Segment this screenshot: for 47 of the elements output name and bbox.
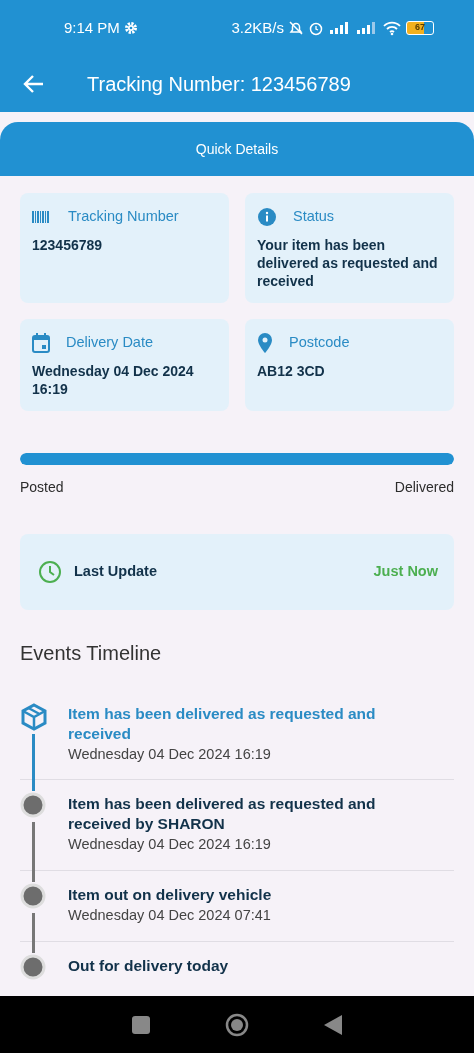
info-icon (257, 206, 277, 227)
detail-value: Your item has been delivered as requested and received (257, 235, 439, 290)
timeline-dot-icon (20, 792, 46, 819)
event-date: Wednesday 04 Dec 2024 16:19 (68, 835, 272, 855)
detail-label: Status (293, 207, 335, 226)
alarm-icon (308, 20, 324, 36)
event-title: Item out on delivery vehicle (68, 885, 273, 905)
calendar-icon (32, 332, 50, 353)
last-update-value: Just Now (373, 561, 438, 581)
status-time: 9:14 PM (64, 17, 120, 38)
package-icon (20, 702, 48, 731)
square-icon (132, 1015, 150, 1034)
last-update-label: Last Update (74, 561, 157, 581)
event-title: Item has been delivered as requested and received by SHARON (68, 794, 377, 835)
detail-label: Delivery Date (66, 332, 154, 352)
event-title: Item has been delivered as requested and received (68, 703, 377, 744)
timeline-connector (32, 822, 35, 882)
page-title: Tracking Number: 123456789 (87, 72, 351, 97)
circle-icon (225, 1012, 249, 1037)
bell-muted-icon (288, 20, 304, 36)
network-speed: 3.2KB/s (231, 17, 284, 38)
progress-label: Delivered (394, 477, 454, 497)
detail-value: AB12 3CD (257, 361, 326, 380)
event-date: Wednesday 04 Dec 2024 07:41 (68, 906, 272, 925)
timeline-dot-icon (20, 953, 46, 980)
timeline-dot-icon (20, 883, 46, 909)
wifi-icon (382, 20, 402, 36)
triangle-icon (324, 1014, 342, 1035)
event-title: Out for delivery today (68, 955, 230, 976)
progress-label: Posted (20, 477, 64, 497)
location-pin-icon (257, 332, 273, 353)
detail-label: Tracking Number (68, 207, 179, 226)
section-header: Quick Details (0, 122, 474, 176)
barcode-icon (32, 209, 52, 224)
detail-label: Postcode (289, 332, 350, 352)
timeline-connector (32, 733, 35, 792)
detail-value: Wednesday 04 Dec 2024 16:19 (32, 361, 195, 398)
timeline-connector (32, 913, 35, 953)
home-button[interactable] (225, 1012, 249, 1037)
event-date: Wednesday 04 Dec 2024 16:19 (68, 744, 272, 764)
back-nav-button[interactable] (324, 1014, 342, 1035)
gear-icon (123, 21, 138, 35)
signal-icon (356, 21, 378, 35)
detail-value: 123456789 (32, 235, 104, 254)
section-title: Events Timeline (20, 640, 163, 666)
clock-icon (38, 559, 62, 584)
recents-button[interactable] (132, 1015, 150, 1034)
